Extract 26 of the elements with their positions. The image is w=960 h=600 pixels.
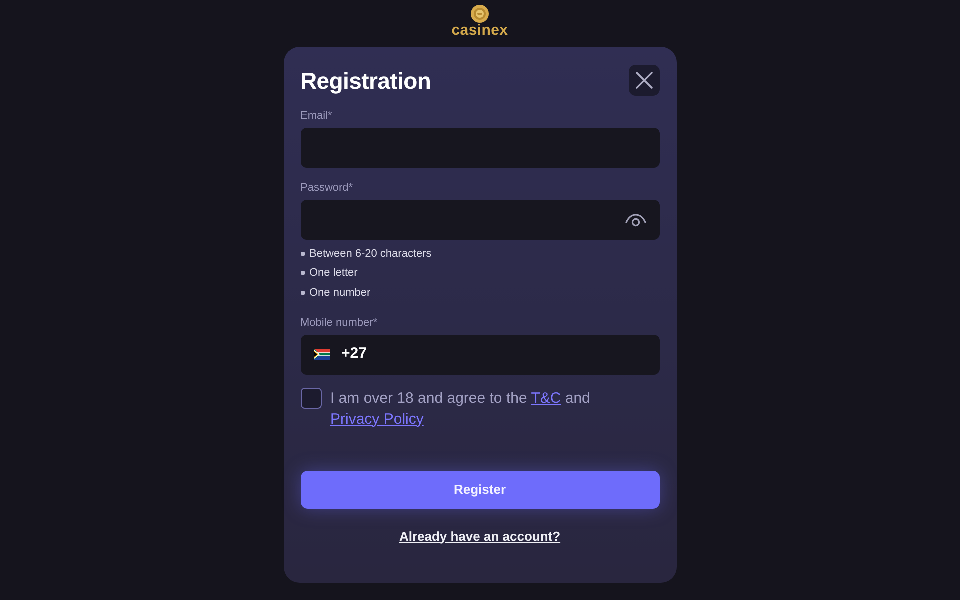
password-hint: Between 6-20 characters: [310, 246, 432, 261]
agree-checkbox[interactable]: [300, 388, 322, 408]
field-label: Email*: [300, 109, 334, 123]
login-link[interactable]: Already have an account?: [399, 528, 561, 544]
bullet-icon: [300, 290, 304, 295]
logo-text: casinex: [452, 23, 508, 39]
agreement-link[interactable]: Privacy Policy: [330, 410, 424, 428]
dial-code: +27: [342, 344, 367, 364]
bullet-icon: [300, 252, 304, 256]
close-button[interactable]: [628, 65, 660, 96]
close-icon: [636, 72, 652, 89]
eye-icon[interactable]: [624, 212, 646, 228]
bullet-icon: [300, 271, 304, 276]
field-label: Mobile number*: [300, 316, 379, 330]
coin-logo-icon: [471, 5, 489, 23]
email-field[interactable]: [300, 128, 660, 168]
flag-icon[interactable]: [314, 349, 330, 360]
password-field[interactable]: [300, 200, 660, 240]
field-label: Password*: [300, 181, 354, 195]
register-button[interactable]: Register: [300, 470, 660, 508]
password-hint: One letter: [310, 266, 358, 280]
dialog-title: Registration: [300, 66, 432, 96]
password-hint: One number: [310, 286, 371, 300]
agreement-link[interactable]: T&C: [531, 390, 562, 406]
phone-field[interactable]: +27: [300, 334, 660, 374]
agreement-text: I am over 18 and agree to the T&C and Privacy Policy: [330, 388, 592, 430]
